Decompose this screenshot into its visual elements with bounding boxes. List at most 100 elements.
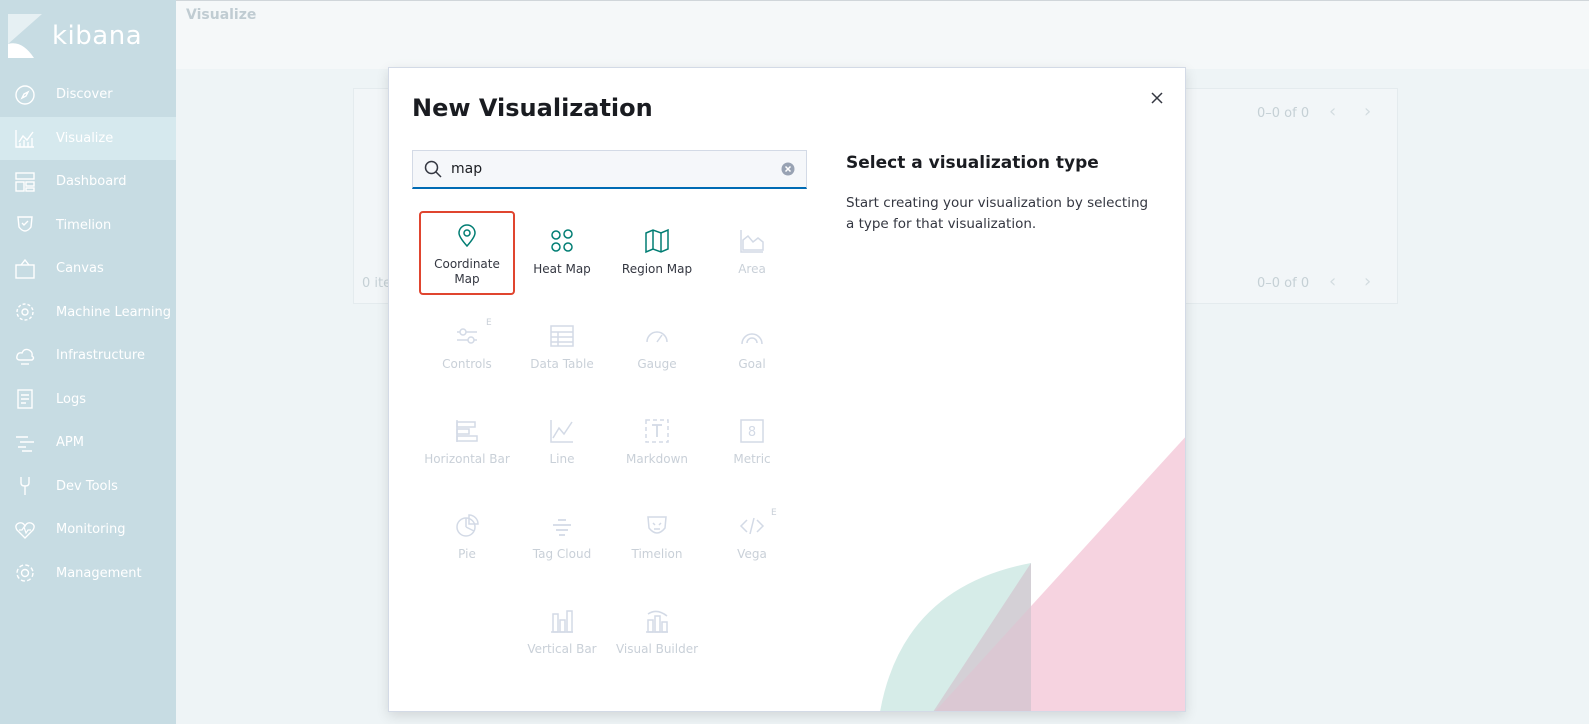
- sidebar-item-timelion[interactable]: Timelion: [0, 204, 176, 248]
- close-button[interactable]: [1147, 88, 1167, 108]
- decorative-background-shapes: [880, 437, 1185, 711]
- canvas-icon: [14, 258, 36, 280]
- tile-tag-cloud: Tag Cloud: [514, 503, 610, 587]
- tile-gauge: Gauge: [609, 313, 705, 397]
- close-icon: [1151, 92, 1163, 104]
- vertical-bar-icon: [549, 608, 575, 634]
- ml-icon: [14, 301, 36, 323]
- tile-markdown: Markdown: [609, 408, 705, 492]
- sidebar-item-discover[interactable]: Discover: [0, 73, 176, 117]
- tile-vega: Vega: [704, 503, 800, 587]
- infrastructure-icon: [14, 345, 36, 367]
- sidebar-item-canvas[interactable]: Canvas: [0, 247, 176, 291]
- tile-area: Area: [704, 218, 800, 302]
- tile-label: Line: [549, 452, 575, 466]
- logs-icon: [14, 388, 36, 410]
- tile-label: Heat Map: [533, 262, 591, 276]
- side-panel-description: Start creating your visualization by sel…: [846, 195, 1149, 232]
- gauge-icon: [644, 323, 670, 349]
- horizontal-bar-icon: [454, 418, 480, 444]
- pager-next-icon[interactable]: ›: [1364, 101, 1371, 122]
- goal-icon: [739, 323, 765, 349]
- line-chart-icon: [549, 418, 575, 444]
- experimental-badge: E: [771, 508, 777, 518]
- tile-label: Area: [738, 262, 766, 276]
- tile-label: Vega: [737, 547, 767, 561]
- pager-prev-icon[interactable]: ‹: [1329, 101, 1336, 122]
- heartbeat-icon: [14, 519, 36, 541]
- sidebar-item-label: Timelion: [56, 217, 112, 233]
- tile-heat-map[interactable]: Heat Map: [514, 218, 610, 302]
- tile-label: Region Map: [621, 262, 693, 276]
- tag-cloud-icon: [549, 513, 575, 539]
- sidebar-item-dashboard[interactable]: Dashboard: [0, 160, 176, 204]
- pie-chart-icon: [454, 513, 480, 539]
- sidebar-item-visualize[interactable]: Visualize: [0, 116, 176, 160]
- controls-icon: [454, 323, 480, 349]
- tile-label: Markdown: [626, 452, 688, 466]
- tile-label: Goal: [738, 357, 766, 371]
- tile-coordinate-map[interactable]: Coordinate Map: [419, 211, 515, 295]
- sidebar-nav: Discover Visualize Dashboard Timelion Ca…: [0, 73, 176, 595]
- pager-bottom: 0–0 of 0: [1257, 276, 1310, 291]
- table-icon: [549, 323, 575, 349]
- side-panel-title: Select a visualization type: [846, 153, 1099, 173]
- pager-top: 0–0 of 0: [1257, 106, 1310, 121]
- sidebar-item-logs[interactable]: Logs: [0, 378, 176, 422]
- sidebar-item-dev-tools[interactable]: Dev Tools: [0, 465, 176, 509]
- tile-horizontal-bar: Horizontal Bar: [419, 408, 515, 492]
- sidebar-item-management[interactable]: Management: [0, 552, 176, 596]
- sidebar-item-label: Canvas: [56, 261, 104, 277]
- sidebar-item-apm[interactable]: APM: [0, 421, 176, 465]
- sidebar-item-label: Dashboard: [56, 174, 127, 190]
- tile-label: Horizontal Bar: [424, 452, 510, 466]
- tile-line: Line: [514, 408, 610, 492]
- pager-next-icon[interactable]: ›: [1364, 271, 1371, 292]
- dashboard-icon: [14, 171, 36, 193]
- experimental-badge: E: [486, 318, 492, 328]
- search-input[interactable]: [451, 154, 780, 184]
- code-icon: [739, 513, 765, 539]
- tile-label: Data Table: [530, 357, 594, 371]
- tile-metric: 8 Metric: [704, 408, 800, 492]
- kibana-logo-icon: [8, 14, 42, 58]
- apm-icon: [14, 432, 36, 454]
- pager-prev-icon[interactable]: ‹: [1329, 271, 1336, 292]
- kibana-logo[interactable]: kibana: [8, 14, 142, 58]
- sidebar-item-infrastructure[interactable]: Infrastructure: [0, 334, 176, 378]
- new-visualization-modal: New Visualization CoordinateMap Heat Map: [388, 67, 1186, 712]
- tile-region-map[interactable]: Region Map: [609, 218, 705, 302]
- tile-label: Coordinate Map: [434, 257, 500, 286]
- tile-visual-builder: Visual Builder: [609, 598, 705, 682]
- tile-data-table: Data Table: [514, 313, 610, 397]
- sidebar-item-label: Discover: [56, 87, 113, 103]
- tile-timelion: Timelion: [609, 503, 705, 587]
- compass-icon: [14, 84, 36, 106]
- sidebar-item-label: Management: [56, 565, 142, 581]
- map-pin-icon: [454, 223, 480, 249]
- sidebar-item-label: APM: [56, 435, 84, 451]
- sidebar-item-label: Visualize: [56, 130, 114, 146]
- wrench-icon: [14, 475, 36, 497]
- sidebar-item-label: Infrastructure: [56, 348, 145, 364]
- sidebar-item-label: Monitoring: [56, 522, 126, 538]
- gear-icon: [14, 562, 36, 584]
- sidebar-item-monitoring[interactable]: Monitoring: [0, 508, 176, 552]
- search-field[interactable]: [412, 150, 807, 189]
- area-chart-icon: [739, 228, 765, 254]
- heatmap-icon: [549, 228, 575, 254]
- items-count: 0 ite: [362, 276, 392, 291]
- tile-label: Controls: [442, 357, 492, 371]
- region-map-icon: [644, 228, 670, 254]
- clear-search-icon[interactable]: [780, 161, 796, 177]
- tile-vertical-bar: Vertical Bar: [514, 598, 610, 682]
- tile-label: Vertical Bar: [527, 642, 597, 656]
- timelion-icon: [14, 214, 36, 236]
- tile-label: Pie: [458, 547, 476, 561]
- metric-icon: 8: [739, 418, 765, 444]
- tile-goal: Goal: [704, 313, 800, 397]
- tile-label: Metric: [733, 452, 771, 466]
- tile-label: Visual Builder: [615, 642, 699, 656]
- sidebar-item-machine-learning[interactable]: Machine Learning: [0, 291, 176, 335]
- svg-text:8: 8: [748, 425, 756, 440]
